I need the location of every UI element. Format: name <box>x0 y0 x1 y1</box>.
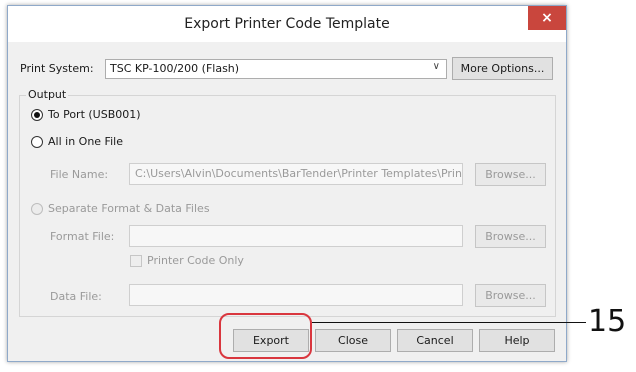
output-group-label: Output <box>26 88 69 101</box>
all-in-one-file-radio[interactable] <box>31 136 43 148</box>
print-system-value: TSC KP-100/200 (Flash) <box>110 62 240 75</box>
chevron-down-icon: ∨ <box>432 61 440 72</box>
format-file-input[interactable] <box>129 225 463 247</box>
data-file-browse-button[interactable]: Browse... <box>475 284 546 307</box>
file-name-label: File Name: <box>50 168 109 181</box>
dialog-title: Export Printer Code Template <box>184 16 390 32</box>
export-dialog: Export Printer Code Template × Print Sys… <box>7 5 567 362</box>
format-file-label: Format File: <box>50 230 115 243</box>
print-system-select[interactable]: TSC KP-100/200 (Flash) ∨ <box>105 59 447 79</box>
printer-code-only-checkbox[interactable] <box>130 255 142 267</box>
all-in-one-file-label[interactable]: All in One File <box>48 135 123 148</box>
callout-number: 15 <box>588 304 627 339</box>
help-button[interactable]: Help <box>479 329 555 352</box>
data-file-input[interactable] <box>129 284 463 306</box>
to-port-label[interactable]: To Port (USB001) <box>48 108 141 121</box>
close-button[interactable]: Close <box>315 329 391 352</box>
data-file-label: Data File: <box>50 290 102 303</box>
export-highlight-box <box>219 313 312 359</box>
file-name-input[interactable]: C:\Users\Alvin\Documents\BarTender\Print… <box>129 163 463 185</box>
close-icon: × <box>541 10 553 26</box>
format-file-browse-button[interactable]: Browse... <box>475 225 546 248</box>
print-system-label: Print System: <box>20 62 94 75</box>
title-bar: Export Printer Code Template × <box>8 6 566 42</box>
cancel-button[interactable]: Cancel <box>397 329 473 352</box>
more-options-button[interactable]: More Options... <box>452 57 553 80</box>
to-port-radio[interactable] <box>31 109 43 121</box>
callout-line <box>312 322 586 323</box>
close-window-button[interactable]: × <box>528 6 566 30</box>
separate-files-label[interactable]: Separate Format & Data Files <box>48 202 210 215</box>
printer-code-only-label[interactable]: Printer Code Only <box>147 254 244 267</box>
separate-files-radio[interactable] <box>31 203 43 215</box>
file-name-browse-button[interactable]: Browse... <box>475 163 546 186</box>
